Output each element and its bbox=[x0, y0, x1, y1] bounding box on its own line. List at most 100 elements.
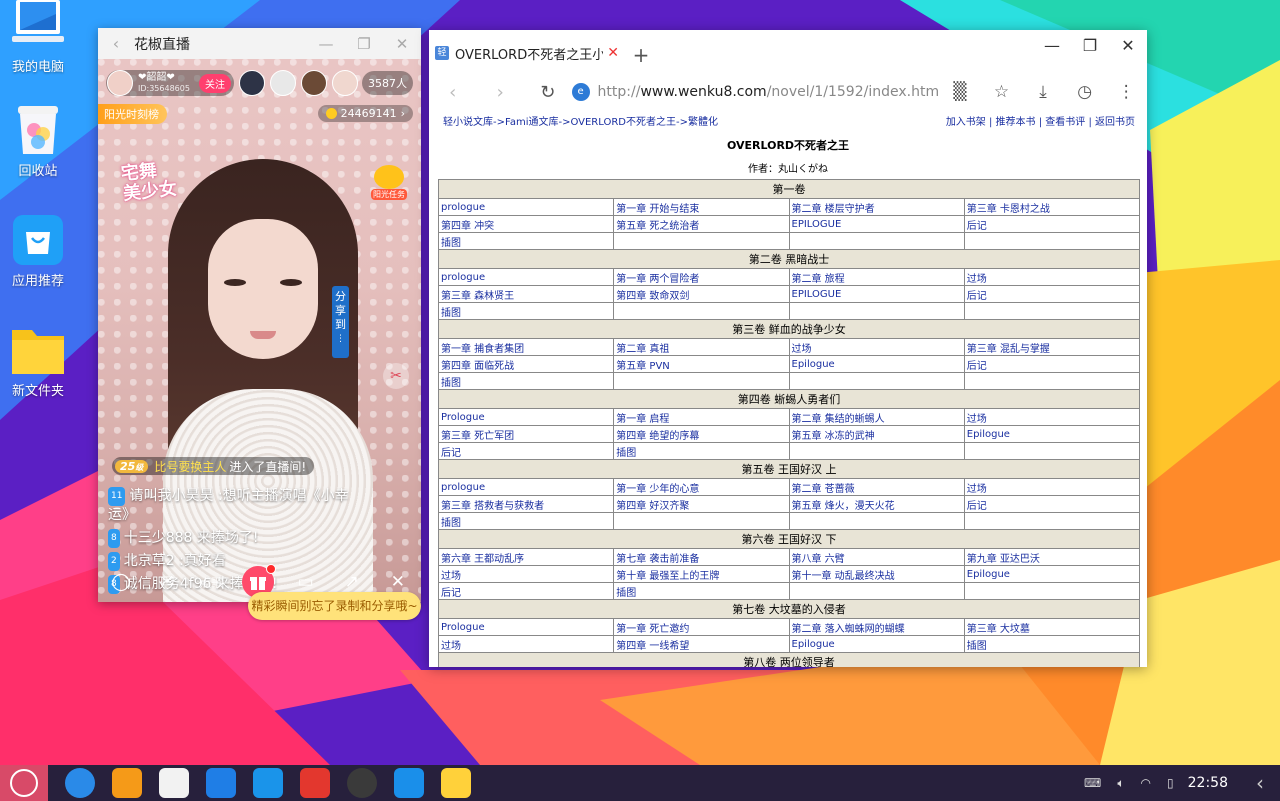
desktop-icon-recycle-bin[interactable]: 回收站 bbox=[2, 104, 74, 179]
close-tab-icon[interactable]: ✕ bbox=[607, 45, 619, 61]
share-icon[interactable]: ↗ bbox=[338, 572, 366, 592]
browser-tab[interactable]: 轻 OVERLORD不死者之王小说 ✕ bbox=[435, 36, 623, 72]
notepad-app-icon[interactable] bbox=[159, 768, 189, 798]
chapter-link[interactable]: 过场 bbox=[788, 338, 965, 356]
chapter-link[interactable]: prologue bbox=[437, 268, 615, 286]
close-icon[interactable]: ✕ bbox=[383, 35, 421, 53]
battery-icon[interactable]: ▯ bbox=[1167, 776, 1174, 790]
mail-app-icon[interactable] bbox=[206, 768, 236, 798]
start-button[interactable] bbox=[0, 765, 48, 801]
close-icon[interactable]: ✕ bbox=[1109, 36, 1147, 55]
live-video[interactable]: ❤韶韶❤ ID:35648605 关注 3587人 阳光时刻榜 24469141… bbox=[98, 59, 421, 602]
coin-tag[interactable]: 24469141 › bbox=[317, 105, 413, 122]
chapter-link[interactable]: 第六章 王都动乱序 bbox=[437, 548, 615, 566]
chapter-link[interactable]: 第五章 死之统治者 bbox=[613, 215, 790, 233]
chapter-link[interactable]: Prologue bbox=[437, 618, 615, 636]
maximize-icon[interactable]: ❐ bbox=[1071, 36, 1109, 55]
chat-bubble-icon[interactable]: ◯ bbox=[107, 572, 135, 592]
chapter-link[interactable]: 过场 bbox=[963, 408, 1141, 426]
volume-icon[interactable]: 🔈︎ bbox=[1117, 776, 1124, 791]
chapter-link[interactable]: 第二章 落入蜘蛛网的蝴蝶 bbox=[788, 618, 965, 636]
chapter-link[interactable]: 插图 bbox=[613, 582, 790, 600]
chapter-link[interactable]: Epilogue bbox=[788, 355, 965, 373]
chapter-link[interactable]: 后记 bbox=[963, 215, 1141, 233]
web-page[interactable]: 轻小说文库->Fami通文库->OVERLORD不死者之王->繁體化 加入书架 … bbox=[429, 112, 1147, 667]
chapter-link[interactable]: 过场 bbox=[963, 268, 1141, 286]
chapter-link[interactable]: 后记 bbox=[963, 495, 1141, 513]
chapter-link[interactable]: 第十一章 动乱最终决战 bbox=[788, 565, 965, 583]
chapter-link[interactable]: 第一章 死亡邀约 bbox=[613, 618, 790, 636]
chapter-link[interactable]: 第三章 大坟墓 bbox=[963, 618, 1141, 636]
chapter-link[interactable]: 第一章 少年的心意 bbox=[613, 478, 790, 496]
chapter-link[interactable]: 第三章 搭救者与获救者 bbox=[437, 495, 615, 513]
clock[interactable]: 22:58 bbox=[1188, 775, 1228, 791]
back-arrow-icon[interactable]: ‹ bbox=[429, 82, 477, 103]
chapter-link[interactable]: 插图 bbox=[437, 372, 615, 390]
chapter-link[interactable]: 第三章 卡恩村之战 bbox=[963, 198, 1141, 216]
chapter-link[interactable]: 过场 bbox=[437, 565, 615, 583]
chapter-link[interactable]: EPILOGUE bbox=[788, 215, 965, 233]
book-actions[interactable]: 加入书架 | 推荐本书 | 查看书评 | 返回书页 bbox=[946, 113, 1135, 129]
share-side-tab[interactable]: 分享到 ⋮ bbox=[332, 286, 349, 358]
wps-app-icon[interactable] bbox=[300, 768, 330, 798]
keyboard-icon[interactable]: ⌨ bbox=[1084, 776, 1101, 790]
wifi-icon[interactable]: ◠ bbox=[1141, 776, 1151, 790]
menu-dots-icon[interactable]: ⋮ bbox=[1105, 82, 1147, 102]
chapter-link[interactable]: 第四章 致命双剑 bbox=[613, 285, 790, 303]
chapter-link[interactable]: 第五章 PVN bbox=[613, 355, 790, 373]
chapter-link[interactable]: 第四章 好汉齐聚 bbox=[613, 495, 790, 513]
chapter-link[interactable]: 插图 bbox=[437, 302, 615, 320]
chevron-left-icon[interactable]: ‹ bbox=[1240, 771, 1280, 795]
chapter-link[interactable]: 第二章 真祖 bbox=[613, 338, 790, 356]
chapter-link[interactable]: 第三章 混乱与掌握 bbox=[963, 338, 1141, 356]
chapter-link[interactable]: 过场 bbox=[437, 635, 615, 653]
desktop-icon-my-computer[interactable]: 我的电脑 bbox=[2, 0, 74, 75]
chapter-link[interactable]: Epilogue bbox=[963, 425, 1141, 443]
chapter-link[interactable]: 第五章 冰冻的武神 bbox=[788, 425, 965, 443]
breadcrumb[interactable]: 轻小说文库->Fami通文库->OVERLORD不死者之王->繁體化 bbox=[443, 113, 718, 129]
chapter-link[interactable]: 第二章 旅程 bbox=[788, 268, 965, 286]
browser-app-icon[interactable] bbox=[65, 768, 95, 798]
chapter-link[interactable]: 第四章 面临死战 bbox=[437, 355, 615, 373]
chapter-link[interactable]: 第一章 捕食者集团 bbox=[437, 338, 615, 356]
chapter-link[interactable]: 插图 bbox=[437, 512, 615, 530]
chapter-link[interactable]: 第九章 亚达巴沃 bbox=[963, 548, 1141, 566]
settings-gear-icon[interactable] bbox=[347, 768, 377, 798]
chapter-link[interactable]: 后记 bbox=[963, 355, 1141, 373]
back-arrow-icon[interactable]: ‹ bbox=[98, 34, 134, 53]
mail-icon[interactable]: ✉ bbox=[153, 572, 181, 592]
rank-tag[interactable]: 阳光时刻榜 bbox=[98, 104, 167, 124]
chapter-link[interactable]: 插图 bbox=[437, 232, 615, 250]
history-icon[interactable]: ◷ bbox=[1064, 82, 1106, 102]
chapter-link[interactable]: 第四章 一线希望 bbox=[613, 635, 790, 653]
chapter-link[interactable]: 第五章 烽火，漫天火花 bbox=[788, 495, 965, 513]
desktop-icon-app-store[interactable]: 应用推荐 bbox=[2, 214, 74, 289]
follow-button[interactable]: 关注 bbox=[199, 73, 231, 93]
minimize-icon[interactable]: — bbox=[307, 35, 345, 53]
chapter-link[interactable]: 第一章 两个冒险者 bbox=[613, 268, 790, 286]
viewer-avatar[interactable] bbox=[332, 70, 358, 96]
desktop-icon-new-folder[interactable]: 新文件夹 bbox=[2, 324, 74, 399]
reload-icon[interactable]: ↻ bbox=[524, 82, 572, 103]
new-tab-icon[interactable]: + bbox=[623, 38, 659, 72]
package-app-icon[interactable] bbox=[112, 768, 142, 798]
chapter-link[interactable]: 第一章 开始与结束 bbox=[613, 198, 790, 216]
forward-arrow-icon[interactable]: › bbox=[477, 82, 525, 103]
viewer-avatar[interactable] bbox=[301, 70, 327, 96]
chapter-link[interactable]: EPILOGUE bbox=[788, 285, 965, 303]
chapter-link[interactable]: 第十章 最强至上的王牌 bbox=[613, 565, 790, 583]
chapter-link[interactable]: Prologue bbox=[437, 408, 615, 426]
chapter-link[interactable]: prologue bbox=[437, 478, 615, 496]
chapter-link[interactable]: 第二章 楼层守护者 bbox=[788, 198, 965, 216]
qr-code-icon[interactable]: ▒ bbox=[939, 82, 981, 102]
chapter-link[interactable]: 第三章 死亡军团 bbox=[437, 425, 615, 443]
maximize-icon[interactable]: ❐ bbox=[345, 35, 383, 53]
chapter-link[interactable]: 第四章 绝望的序幕 bbox=[613, 425, 790, 443]
chapter-link[interactable]: 第二章 苍蔷薇 bbox=[788, 478, 965, 496]
scissors-icon[interactable]: ✂ bbox=[383, 363, 409, 389]
huajiao-app-icon[interactable] bbox=[441, 768, 471, 798]
viewer-count[interactable]: 3587人 bbox=[362, 71, 413, 95]
chapter-link[interactable]: 第七章 袭击前准备 bbox=[613, 548, 790, 566]
record-video-icon[interactable]: ▭ bbox=[292, 572, 320, 592]
star-icon[interactable]: ☆ bbox=[981, 82, 1023, 102]
